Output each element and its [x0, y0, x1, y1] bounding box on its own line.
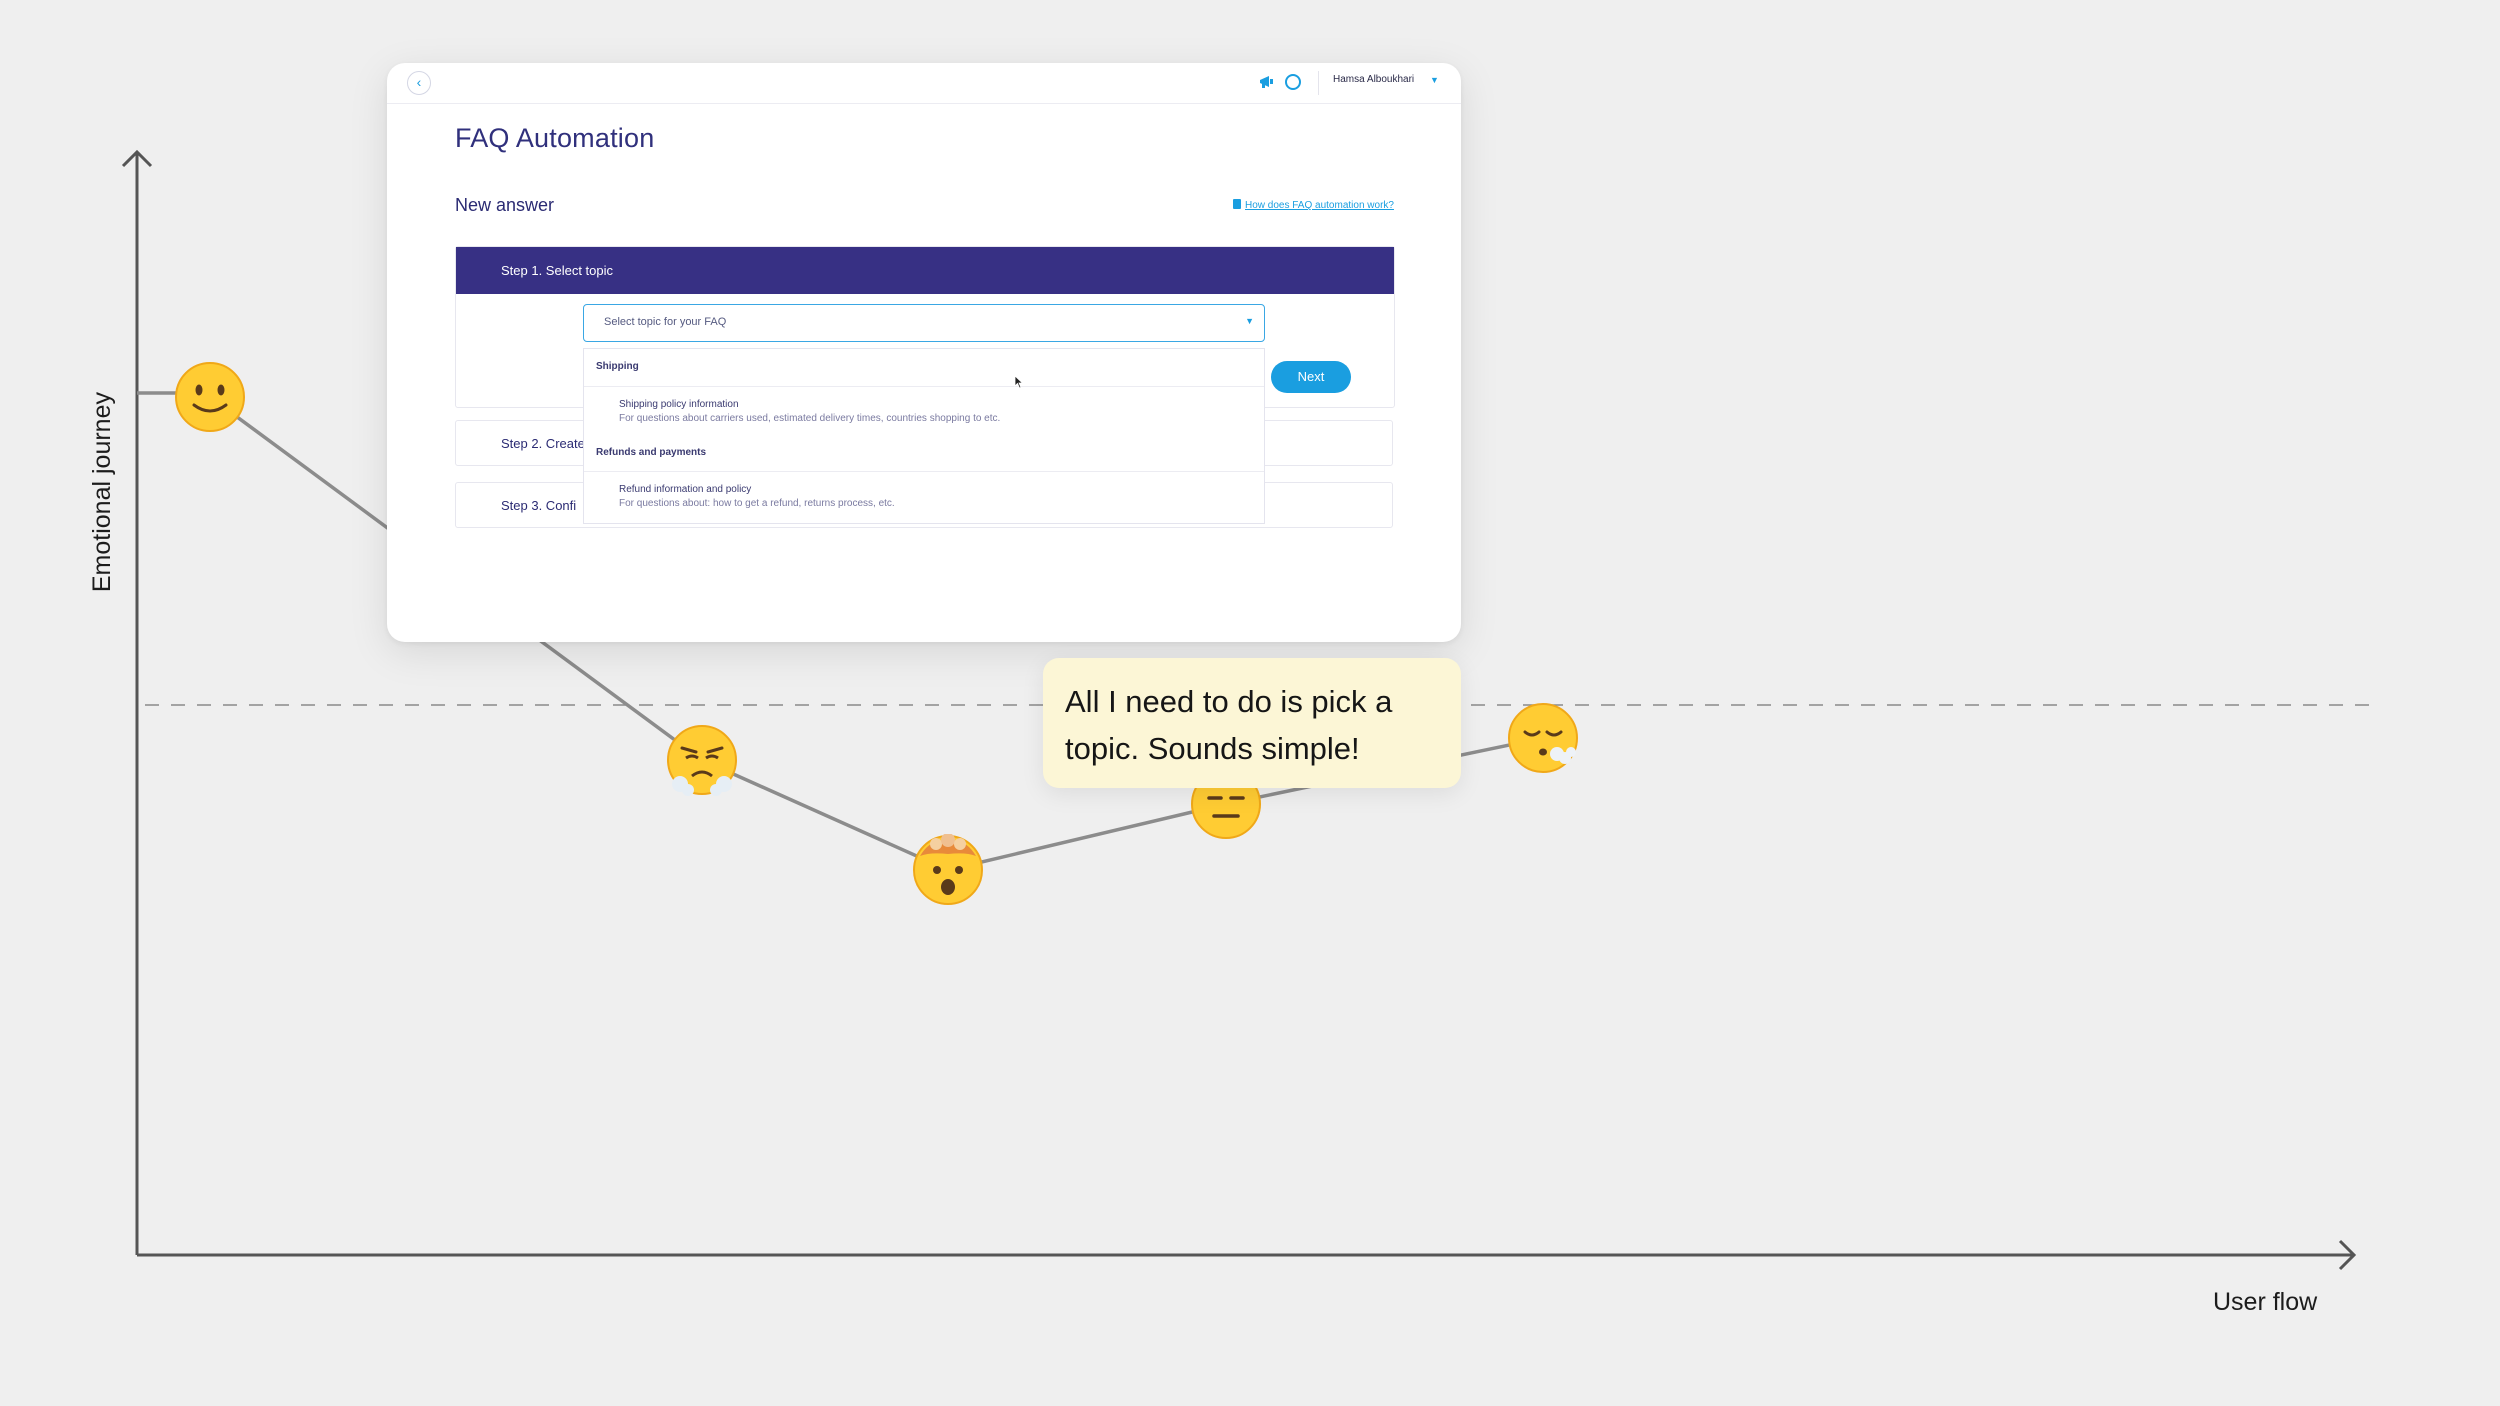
thought-callout: All I need to do is pick a topic. Sounds… — [1043, 658, 1461, 788]
megaphone-icon[interactable] — [1259, 74, 1277, 90]
y-axis-label: Emotional journey — [88, 392, 116, 593]
topic-dropdown: Shipping Shipping policy information For… — [583, 348, 1265, 524]
step1-header[interactable]: Step 1. Select topic — [456, 247, 1394, 294]
exploding-head-icon — [912, 833, 984, 906]
book-icon — [1233, 199, 1241, 209]
section-subtitle: New answer — [455, 195, 555, 215]
option-shipping-policy-desc[interactable]: For questions about carriers used, estim… — [619, 413, 1000, 424]
dropdown-group-shipping: Shipping — [596, 361, 639, 372]
mouse-cursor-icon — [1014, 375, 1024, 389]
steaming-face-icon — [666, 724, 738, 796]
option-shipping-policy-title[interactable]: Shipping policy information — [619, 399, 739, 410]
back-button[interactable]: ‹ — [407, 71, 431, 95]
callout-text: All I need to do is pick a topic. Sounds… — [1065, 684, 1393, 766]
topic-select[interactable]: Select topic for your FAQ ▼ — [583, 304, 1265, 342]
status-circle-icon[interactable] — [1285, 74, 1301, 90]
chevron-down-icon[interactable]: ▼ — [1430, 75, 1439, 85]
faq-automation-window: ‹ Hamsa Alboukhari ▼ FAQ Automation New … — [387, 63, 1461, 642]
dropdown-group-refunds: Refunds and payments — [596, 447, 707, 458]
slightly-smiling-face-icon — [174, 361, 246, 433]
topic-select-placeholder: Select topic for your FAQ — [604, 316, 727, 328]
option-refund-policy-desc[interactable]: For questions about: how to get a refund… — [619, 498, 895, 509]
exhaling-face-icon — [1507, 702, 1579, 774]
next-button[interactable]: Next — [1271, 361, 1351, 393]
topbar-divider — [1318, 71, 1319, 95]
user-name[interactable]: Hamsa Alboukhari — [1333, 74, 1414, 85]
chevron-down-icon: ▼ — [1245, 316, 1254, 326]
dropdown-divider — [584, 471, 1264, 472]
page-title: FAQ Automation — [455, 123, 655, 153]
x-axis-label: User flow — [2213, 1288, 2318, 1316]
help-link[interactable]: How does FAQ automation work? — [1233, 199, 1394, 211]
app-topbar: ‹ Hamsa Alboukhari ▼ — [387, 63, 1461, 104]
option-refund-policy-title[interactable]: Refund information and policy — [619, 484, 751, 495]
help-link-text[interactable]: How does FAQ automation work? — [1245, 200, 1394, 211]
dropdown-divider — [584, 386, 1264, 387]
